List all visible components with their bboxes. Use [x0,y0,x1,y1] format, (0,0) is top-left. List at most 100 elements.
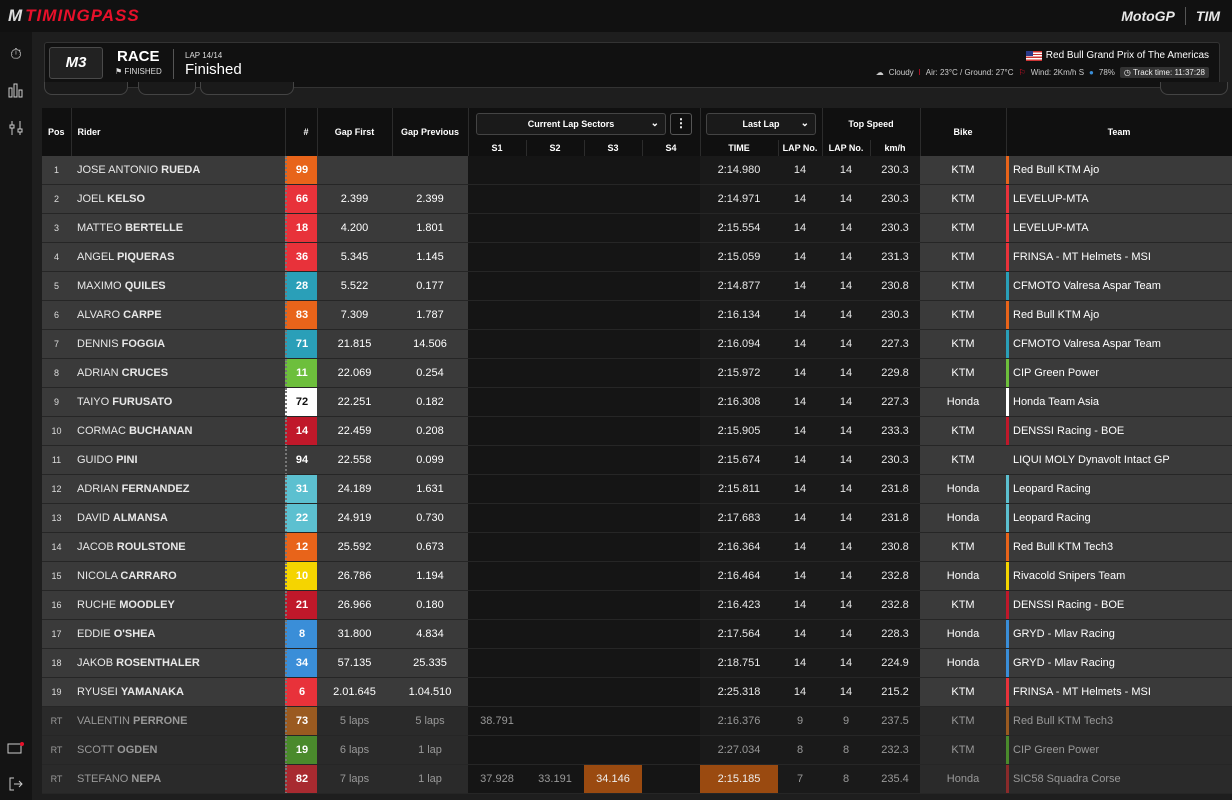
session-type: RACE [117,48,160,65]
col-s2: S2 [526,140,585,156]
table-row[interactable]: 19 RYUSEI YAMANAKA 6 2.01.645 1.04.510 2:25.3… [42,677,1232,707]
stopwatch-icon[interactable]: ⏱ [7,46,25,64]
bike-cell: KTM [920,242,1006,272]
table-row[interactable]: RTSCOTT OGDENP196 laps1 lap2:27.03488232… [42,735,1232,765]
col-time: TIME [700,140,779,156]
partner-logos: MotoGP TIM [1121,7,1232,25]
last-lap-dropdown[interactable]: Last Lap ⌄ [706,113,816,135]
table-row[interactable]: 12 ADRIAN FERNANDEZ 31 24.189 1.631 2:15.811 1… [42,474,1232,504]
bike-cell: KTM [920,532,1006,562]
table-row[interactable]: 8 ADRIAN CRUCES 11 22.069 0.254 2:15.972 14 14 2… [42,358,1232,388]
sector-s3-cell [584,590,642,620]
tab-intervals[interactable] [138,82,196,95]
table-row[interactable]: RT VALENTIN PERRONE 73 5 laps 5 laps 38.791 2:… [42,706,1232,736]
rider-cell: DENNIS FOGGIA [71,329,285,359]
rider-last-name: QUILES [124,280,166,292]
gap-previous-cell: 0.099 [392,445,468,475]
main-content: M3 RACE ⚑ FINISHED LAP 14/14 Finished Re… [32,32,1232,800]
table-row[interactable]: 3 MATTEO BERTELLE 18 4.200 1.801 2:15.554 14 14… [42,213,1232,243]
number-cell: 73 [285,706,317,736]
table-row[interactable]: 14 JACOB ROULSTONE 12 25.592 0.673 2:16.364 14… [42,532,1232,562]
sector-s3-cell [584,735,642,765]
messages-tab[interactable] [1160,82,1228,95]
session-state-label: FINISHED [124,67,162,76]
bike-cell: Honda [920,764,1006,794]
top-speed-cell: 235.4 [870,764,920,794]
gap-previous-cell: 0.254 [392,358,468,388]
rider-last-name: FOGGIA [121,338,166,350]
sliders-icon[interactable] [7,120,25,138]
rider-number-plate: 99 [285,156,317,184]
tab-progression[interactable] [200,82,294,95]
table-row[interactable]: 1 JOSE ANTONIO RUEDA 99 2:14.980 14 14 230.3 KT… [42,156,1232,185]
table-row[interactable]: 11 GUIDO PINI 94 22.558 0.099 2:15.674 14 14 230… [42,445,1232,475]
gap-first-cell: 22.558 [317,445,392,475]
usa-flag-icon [1025,50,1042,61]
top-speed-cell: 230.3 [870,213,920,243]
gap-previous-cell: 5 laps [392,706,468,736]
team-color-bar [1006,533,1009,561]
position-cell: 10 [42,416,71,446]
last-lap-time-cell: 2:17.683 [700,503,778,533]
team-name: FRINSA - MT Helmets - MSI [1013,686,1151,698]
gap-previous-cell: 25.335 [392,648,468,678]
last-lap-time-cell: 2:16.134 [700,300,778,330]
more-options-icon[interactable]: ⋮ [670,113,692,135]
tab-standard[interactable] [44,82,128,95]
rider-first-name: MATTEO [77,222,123,234]
table-row[interactable]: 6 ALVARO CARPE 83 7.309 1.787 2:16.134 14 14 230… [42,300,1232,330]
table-row[interactable]: 15 NICOLA CARRARO 10 26.786 1.194 2:16.464 14 1… [42,561,1232,591]
table-row[interactable]: 9 TAIYO FURUSATO 72 22.251 0.182 2:16.308 14 14… [42,387,1232,417]
table-row[interactable]: 18 JAKOB ROSENTHALER 34 57.135 25.335 2:18.75… [42,648,1232,678]
team-name: LEVELUP-MTA [1013,193,1089,205]
col-top-speed: Top Speed [822,108,921,140]
rider-cell: JOEL KELSO [71,184,285,214]
bike-cell: KTM [920,213,1006,243]
col-team: Team [1006,108,1232,156]
timingpass-logo[interactable]: M TIMINGPASS [0,6,140,26]
logout-icon[interactable] [7,776,25,794]
table-row[interactable]: 16 RUCHE MOODLEY 21 26.966 0.180 2:16.423 14 14… [42,590,1232,620]
top-speed-lap-cell: 14 [822,213,870,243]
team-color-bar [1006,388,1009,416]
sector-s2-cell [526,735,584,765]
last-lap-time-cell: 2:15.811 [700,474,778,504]
sector-s4-cell [642,532,700,562]
timing-table: Pos Rider # Gap First Gap Previous Curre… [42,108,1232,794]
table-row[interactable]: 5 MAXIMO QUILES 28 5.522 0.177 2:14.877 14 14 23… [42,271,1232,301]
brand-mark: M [8,6,24,25]
col-bike: Bike [920,108,1007,156]
gap-previous-cell: 1.145 [392,242,468,272]
top-speed-cell: 237.5 [870,706,920,736]
sectors-dropdown[interactable]: Current Lap Sectors ⌄ [476,113,666,135]
lap-counter: LAP 14/14 [185,51,223,60]
table-row[interactable]: 4 ANGEL PIQUERAS 36 5.345 1.145 2:15.059 14 14 2… [42,242,1232,272]
col-speed-lap-no: LAP No. [822,140,871,156]
team-cell: Honda Team Asia [1006,387,1232,417]
team-name: CFMOTO Valresa Aspar Team [1013,280,1161,292]
table-row[interactable]: 7 DENNIS FOGGIA 71 21.815 14.506 2:16.094 14 14… [42,329,1232,359]
table-row[interactable]: 10 CORMAC BUCHANAN 14 22.459 0.208 2:15.905 14… [42,416,1232,446]
sector-s3-cell [584,242,642,272]
table-row[interactable]: 2 JOEL KELSO 66 2.399 2.399 2:14.971 14 14 230.3… [42,184,1232,214]
position-cell: 2 [42,184,71,214]
sector-s2-cell [526,503,584,533]
position-cell: 7 [42,329,71,359]
rider-first-name: TAIYO [77,396,110,408]
table-row[interactable]: 17 EDDIE O'SHEA 8 31.800 4.834 2:17.564 14 14 22… [42,619,1232,649]
number-cell: 99 [285,156,317,185]
sector-s4-cell [642,677,700,707]
rider-first-name: DENNIS [77,338,119,350]
top-speed-lap-cell: 14 [822,561,870,591]
number-cell: 21 [285,590,317,620]
table-row[interactable]: RT STEFANO NEPA 82 7 laps 1 lap 37.928 33.191 3… [42,764,1232,794]
table-row[interactable]: 13 DAVID ALMANSA 22 24.919 0.730 2:17.683 14 14… [42,503,1232,533]
droplet-icon: ● [1089,68,1094,77]
messages-icon[interactable] [7,742,25,760]
sector-s4-cell [642,735,700,765]
position-cell: 8 [42,358,71,388]
rider-cell: ADRIAN FERNANDEZ [71,474,285,504]
bar-chart-icon[interactable] [7,82,25,100]
top-speed-lap-cell: 14 [822,184,870,214]
top-speed-lap-cell: 9 [822,706,870,736]
